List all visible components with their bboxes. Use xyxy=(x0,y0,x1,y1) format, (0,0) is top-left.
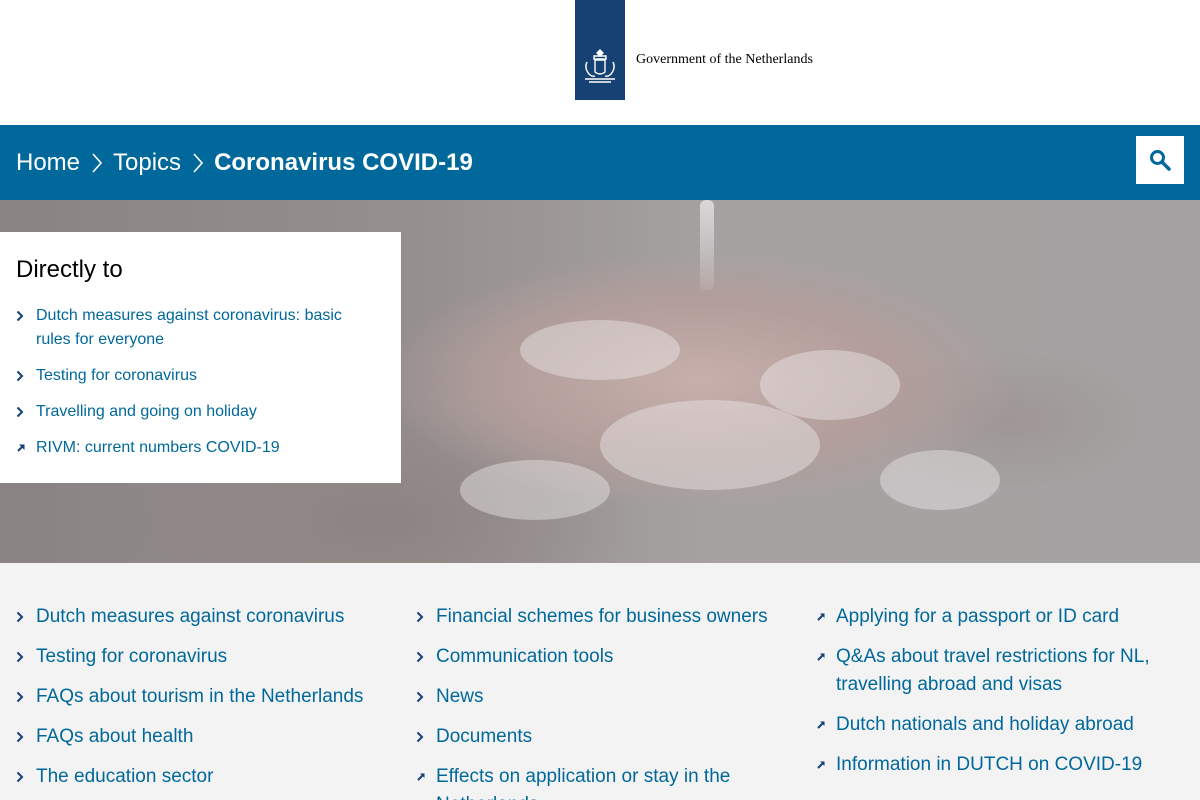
link-label[interactable]: Dutch measures against coronavirus xyxy=(36,606,344,627)
list-item[interactable]: Effects on application or stay in the Ne… xyxy=(416,763,776,800)
list-item[interactable]: FAQs about health xyxy=(16,723,376,751)
chevron-right-icon xyxy=(16,723,28,751)
chevron-right-icon xyxy=(16,683,28,711)
list-item[interactable]: News xyxy=(416,683,776,711)
link-label[interactable]: Testing for coronavirus xyxy=(36,367,197,384)
list-item[interactable]: Applying for a passport or ID card xyxy=(816,603,1176,631)
chevron-right-icon xyxy=(181,125,214,200)
water-stream xyxy=(700,200,714,290)
foam xyxy=(880,450,1000,510)
breadcrumb-topics[interactable]: Topics xyxy=(113,149,181,177)
directly-to-panel: Directly to Dutch measures against coron… xyxy=(0,232,401,483)
chevron-right-icon xyxy=(16,763,28,791)
list-item[interactable]: Financial schemes for business owners xyxy=(416,603,776,631)
chevron-right-icon xyxy=(16,364,28,388)
search-icon xyxy=(1150,150,1171,171)
link-label[interactable]: Applying for a passport or ID card xyxy=(836,606,1119,627)
link-label[interactable]: FAQs about tourism in the Netherlands xyxy=(36,686,363,707)
foam xyxy=(520,320,680,380)
chevron-right-icon xyxy=(16,400,28,424)
chevron-right-icon xyxy=(16,304,28,328)
chevron-right-icon xyxy=(80,125,113,200)
link-label[interactable]: Q&As about travel restrictions for NL, t… xyxy=(836,646,1150,695)
chevron-right-icon xyxy=(416,603,428,631)
link-label[interactable]: Effects on application or stay in the Ne… xyxy=(436,766,730,800)
link-label[interactable]: The education sector xyxy=(36,766,213,787)
breadcrumb-current: Coronavirus COVID-19 xyxy=(214,148,473,176)
list-item[interactable]: Documents xyxy=(416,723,776,751)
external-link-icon xyxy=(816,643,828,671)
link-label[interactable]: News xyxy=(436,686,484,707)
list-item[interactable]: Q&As about travel restrictions for NL, t… xyxy=(816,643,1176,699)
list-item[interactable]: Testing for coronavirus xyxy=(16,643,376,671)
link-label[interactable]: Testing for coronavirus xyxy=(36,646,227,667)
breadcrumb-bar: Home Topics Coronavirus COVID-19 xyxy=(0,125,1200,200)
external-link-icon xyxy=(416,763,428,791)
link-label[interactable]: Communication tools xyxy=(436,646,613,667)
list-item[interactable]: Testing for coronavirus xyxy=(16,364,376,388)
coat-of-arms-icon xyxy=(585,49,615,83)
breadcrumb: Home Topics Coronavirus COVID-19 xyxy=(16,125,473,200)
link-label[interactable]: RIVM: current numbers COVID-19 xyxy=(36,439,280,456)
list-item[interactable]: FAQs about tourism in the Netherlands xyxy=(16,683,376,711)
external-link-icon xyxy=(16,436,28,460)
links-column-1: Dutch measures against coronavirus Testi… xyxy=(16,603,376,800)
logo-text: Government of the Netherlands xyxy=(636,52,813,67)
list-item[interactable]: Communication tools xyxy=(416,643,776,671)
links-column-3: Applying for a passport or ID card Q&As … xyxy=(816,603,1176,791)
link-label[interactable]: Documents xyxy=(436,726,532,747)
list-item[interactable]: Dutch measures against coronavirus: basi… xyxy=(16,304,376,352)
chevron-right-icon xyxy=(16,643,28,671)
foam xyxy=(600,400,820,490)
list-item[interactable]: The education sector xyxy=(16,763,376,791)
chevron-right-icon xyxy=(416,643,428,671)
government-logo[interactable] xyxy=(575,0,625,100)
directly-to-title: Directly to xyxy=(16,256,123,283)
link-label[interactable]: Dutch measures against coronavirus: basi… xyxy=(36,307,342,348)
external-link-icon xyxy=(816,603,828,631)
breadcrumb-home[interactable]: Home xyxy=(16,149,80,177)
search-button[interactable] xyxy=(1136,136,1184,184)
list-item[interactable]: Information in DUTCH on COVID-19 xyxy=(816,751,1176,779)
link-label[interactable]: FAQs about health xyxy=(36,726,193,747)
link-label[interactable]: Dutch nationals and holiday abroad xyxy=(836,714,1134,735)
list-item[interactable]: Travelling and going on holiday xyxy=(16,400,376,424)
site-header: Government of the Netherlands xyxy=(0,0,1200,125)
foam xyxy=(460,460,610,520)
link-label[interactable]: Information in DUTCH on COVID-19 xyxy=(836,754,1142,775)
list-item[interactable]: RIVM: current numbers COVID-19 xyxy=(16,436,376,460)
chevron-right-icon xyxy=(416,683,428,711)
external-link-icon xyxy=(816,751,828,779)
links-column-2: Financial schemes for business owners Co… xyxy=(416,603,776,800)
topic-links: Dutch measures against coronavirus Testi… xyxy=(0,563,1200,800)
directly-to-list: Dutch measures against coronavirus: basi… xyxy=(16,304,376,472)
list-item[interactable]: Dutch nationals and holiday abroad xyxy=(816,711,1176,739)
chevron-right-icon xyxy=(16,603,28,631)
external-link-icon xyxy=(816,711,828,739)
chevron-right-icon xyxy=(416,723,428,751)
foam xyxy=(760,350,900,420)
link-label[interactable]: Travelling and going on holiday xyxy=(36,403,257,420)
list-item[interactable]: Dutch measures against coronavirus xyxy=(16,603,376,631)
link-label[interactable]: Financial schemes for business owners xyxy=(436,606,768,627)
